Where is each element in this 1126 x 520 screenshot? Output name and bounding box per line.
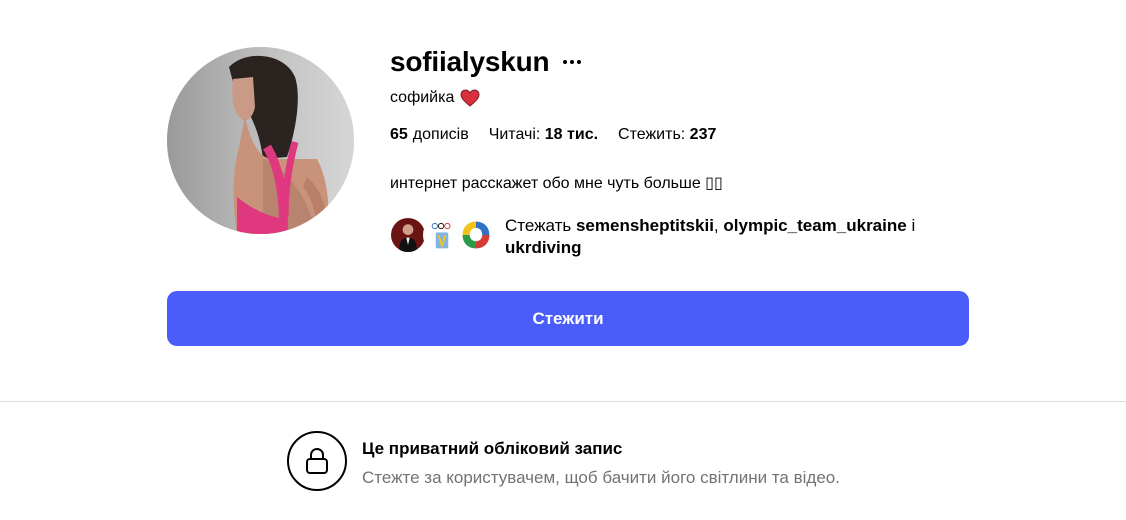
username: sofiialyskun — [390, 46, 550, 77]
followers-label: Читачі: — [488, 126, 541, 143]
follower-avatar-3 — [457, 216, 495, 254]
private-account-subtitle: Стежте за користувачем, щоб бачити його … — [362, 468, 840, 487]
username-row: sofiialyskun — [390, 44, 582, 80]
following-label: Стежить: — [618, 126, 686, 143]
following-count: 237 — [689, 126, 717, 143]
follower-avatar-1 — [389, 216, 427, 254]
followed-by-conjunction: і — [911, 216, 916, 235]
followed-by-user-3[interactable]: ukrdiving — [505, 238, 582, 257]
following-stat[interactable]: Стежить: 237 — [618, 126, 716, 144]
stats-row: 65 дописів Читачі: 18 тис. Стежить: 237 — [390, 124, 736, 146]
follower-avatar-2 — [423, 216, 461, 254]
profile-avatar[interactable] — [167, 47, 354, 234]
red-heart-icon — [460, 89, 480, 107]
profile-photo — [167, 47, 354, 234]
more-options-icon[interactable] — [563, 52, 582, 72]
followed-by-text: Стежать semensheptitskii, olympic_team_u… — [505, 214, 925, 259]
lock-icon — [287, 431, 347, 491]
follow-button[interactable]: Стежити — [167, 291, 969, 346]
private-account-title: Це приватний обліковий запис — [362, 439, 623, 458]
posts-stat: 65 дописів — [390, 126, 469, 144]
followers-stat[interactable]: Читачі: 18 тис. — [489, 126, 598, 144]
follower-avatars — [389, 214, 495, 256]
followed-by-prefix: Стежать — [505, 216, 572, 235]
followed-by-user-1[interactable]: semensheptitskii — [576, 216, 714, 235]
fullname-row: софийка — [390, 87, 480, 109]
posts-count: 65 — [390, 126, 408, 143]
bio: интернет расскажет обо мне чуть больше ▯… — [390, 175, 723, 192]
divider — [0, 401, 1126, 402]
followed-by-row[interactable]: Стежать semensheptitskii, olympic_team_u… — [389, 214, 925, 259]
followed-by-separator: , — [713, 216, 719, 235]
full-name: софийка — [390, 89, 455, 106]
profile-page: sofiialyskun софийка 65 дописів Читачі: 1… — [0, 0, 1126, 520]
followed-by-user-2[interactable]: olympic_team_ukraine — [723, 216, 906, 235]
followers-count: 18 тис. — [544, 126, 599, 143]
posts-label: дописів — [412, 126, 469, 143]
